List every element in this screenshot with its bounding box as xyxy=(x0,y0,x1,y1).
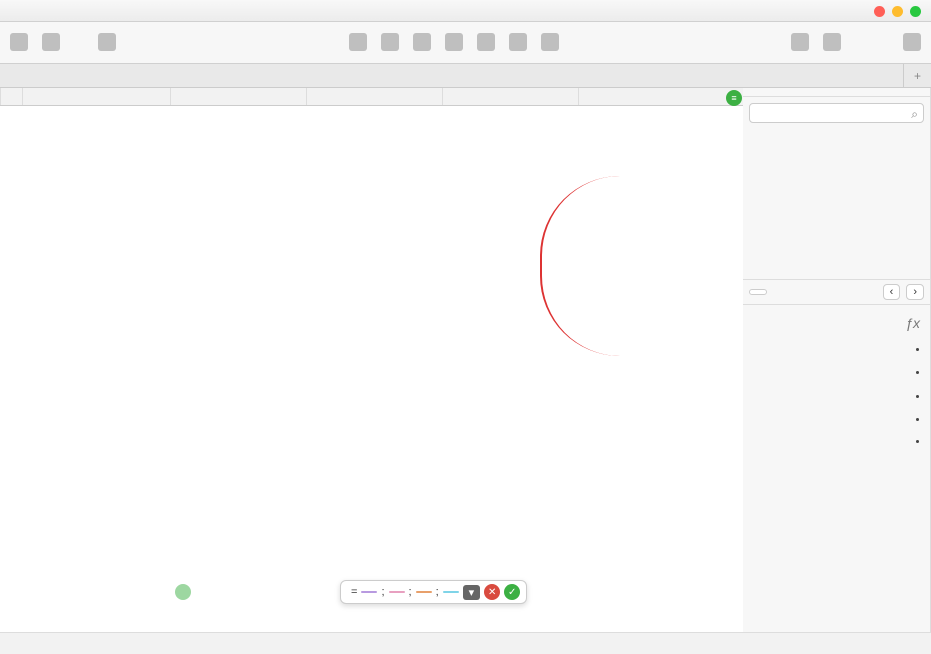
status-bar xyxy=(0,632,931,654)
table-button[interactable] xyxy=(509,33,527,53)
view-button[interactable] xyxy=(903,33,921,53)
nav-fwd[interactable]: › xyxy=(883,284,901,300)
col-header-c[interactable] xyxy=(306,88,442,105)
formula-token[interactable] xyxy=(361,591,377,593)
function-browser: ⌕ ‹ › ƒx xyxy=(743,88,931,632)
comment-button[interactable] xyxy=(349,33,367,53)
formula-cancel[interactable]: ✕ xyxy=(484,584,500,600)
insert-button[interactable] xyxy=(541,33,559,53)
formula-function[interactable]: ▾ xyxy=(463,585,481,600)
formula-token[interactable] xyxy=(389,591,405,593)
share-button[interactable] xyxy=(98,33,116,53)
category-list[interactable] xyxy=(837,129,927,279)
pivot-button[interactable] xyxy=(791,33,809,53)
sidebar-header xyxy=(743,88,930,97)
col-header-b[interactable] xyxy=(170,88,306,105)
organize-button[interactable] xyxy=(10,33,28,53)
function-description: ƒx xyxy=(743,305,930,632)
text-button[interactable] xyxy=(445,33,463,53)
nav-back[interactable]: ‹ xyxy=(906,284,924,300)
minimize-window[interactable] xyxy=(892,6,903,17)
chart-button[interactable] xyxy=(477,33,495,53)
add-row-handle[interactable]: ≡ xyxy=(726,90,742,106)
formula-editor[interactable]: = ; ; ; ▾ ✕ ✓ xyxy=(340,580,527,604)
close-window[interactable] xyxy=(874,6,885,17)
col-header-a[interactable] xyxy=(22,88,170,105)
add-category-button[interactable] xyxy=(823,33,841,53)
shape-button[interactable] xyxy=(413,33,431,53)
formula-accept[interactable]: ✓ xyxy=(504,584,520,600)
function-list[interactable] xyxy=(747,129,837,279)
column-headers xyxy=(0,88,743,106)
zoom-window[interactable] xyxy=(910,6,921,17)
add-row-bottom-handle[interactable] xyxy=(175,584,191,600)
insert-function-button[interactable] xyxy=(749,289,767,295)
col-header-d[interactable] xyxy=(442,88,578,105)
formula-token[interactable] xyxy=(443,591,459,593)
media-button[interactable] xyxy=(381,33,399,53)
format-button[interactable] xyxy=(42,33,60,53)
function-search-input[interactable] xyxy=(749,103,924,123)
formula-token[interactable] xyxy=(416,591,432,593)
search-icon: ⌕ xyxy=(911,107,918,122)
sheet-tabs: + xyxy=(0,64,931,88)
add-sheet-button[interactable]: + xyxy=(903,64,931,87)
spreadsheet-body[interactable] xyxy=(0,106,743,632)
